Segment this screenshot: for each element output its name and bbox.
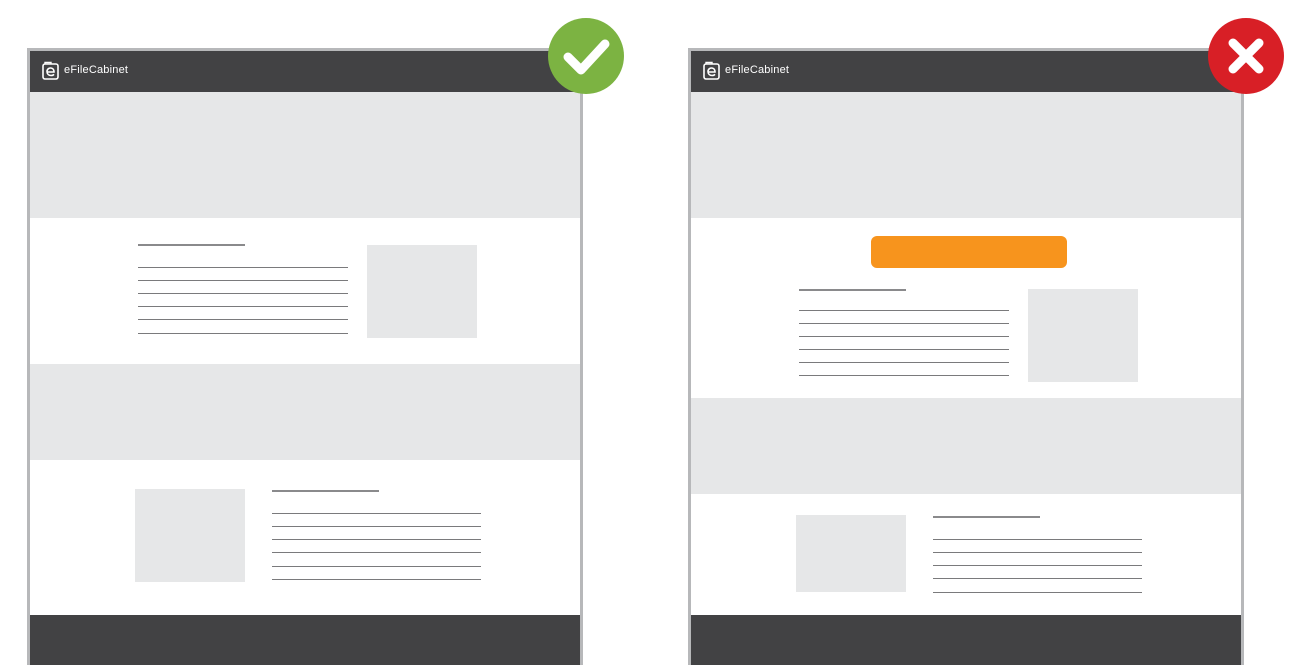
correct-layout-mockup: eFileCabinet [27,48,583,665]
hero-band [30,92,580,218]
text-line [799,362,1009,363]
incorrect-layout-mockup: eFileCabinet [688,48,1244,665]
text-line [272,552,481,553]
image-placeholder [367,245,477,338]
cta-button-block [871,236,1067,268]
brand-name: eFileCabinet [725,64,790,76]
text-line [799,323,1009,324]
text-line [799,310,1009,311]
text-line [272,566,481,567]
mockup-header-bar: eFileCabinet [691,51,1241,92]
image-placeholder [1028,289,1138,382]
text-line [933,552,1142,553]
text-line [799,375,1009,376]
mockup-footer [30,615,580,665]
mockup-footer [691,615,1241,665]
section-heading-line [138,244,245,246]
text-line [799,349,1009,350]
middle-band [30,364,580,460]
text-line [933,565,1142,566]
section-heading-line [272,490,379,492]
section-heading-line [933,516,1040,518]
image-placeholder [796,515,906,592]
incorrect-badge [1208,18,1284,94]
text-line [933,539,1142,540]
section-heading-line [799,289,906,291]
text-line [138,267,348,268]
efilecabinet-logo-icon [42,61,59,80]
text-line [933,578,1142,579]
image-placeholder [135,489,245,582]
x-mark-icon [1228,38,1264,74]
mockup-header-bar: eFileCabinet [30,51,580,92]
text-line [272,513,481,514]
text-line [272,526,481,527]
text-line [799,336,1009,337]
text-line [272,579,481,580]
hero-band [691,92,1241,218]
text-line [138,333,348,334]
brand-name: eFileCabinet [64,64,129,76]
efilecabinet-logo-icon [703,61,720,80]
text-line [272,539,481,540]
checkmark-icon [563,39,610,75]
text-line [138,306,348,307]
middle-band [691,398,1241,494]
text-line [138,280,348,281]
correct-badge [548,18,624,94]
text-line [138,319,348,320]
text-line [933,592,1142,593]
text-line [138,293,348,294]
